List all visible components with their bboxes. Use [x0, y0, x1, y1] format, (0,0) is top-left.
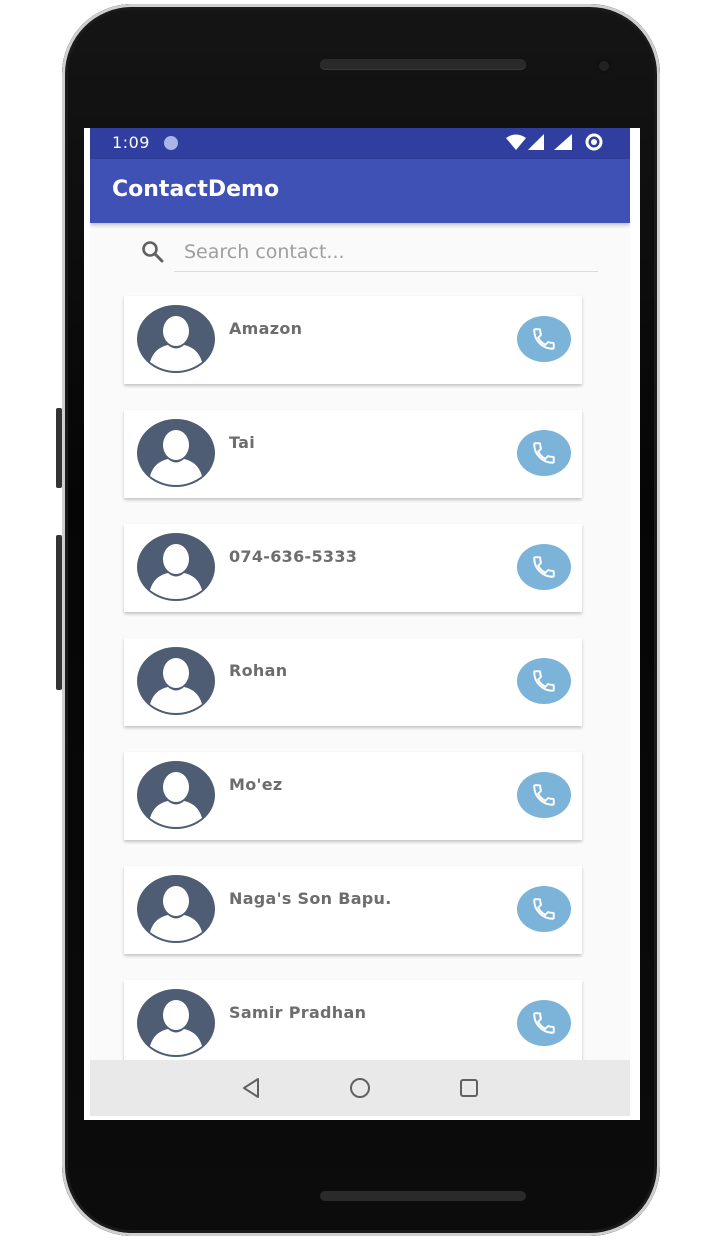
app-window: 1:09 ContactDemo AmazonTai074-636-5333Ro…: [90, 128, 630, 1116]
call-button[interactable]: [517, 772, 571, 818]
home-icon[interactable]: [347, 1075, 373, 1101]
avatar-icon: [137, 875, 215, 943]
earpiece-speaker: [320, 59, 526, 69]
contact-name: Mo'ez: [229, 775, 283, 794]
call-button[interactable]: [517, 886, 571, 932]
contact-card[interactable]: Rohan: [124, 638, 582, 726]
contact-name: Amazon: [229, 319, 303, 338]
call-button[interactable]: [517, 430, 571, 476]
contact-name: Samir Pradhan: [229, 1003, 367, 1022]
contact-name: 074-636-5333: [229, 547, 358, 566]
call-button[interactable]: [517, 1000, 571, 1046]
power-button: [56, 535, 62, 690]
avatar-icon: [137, 533, 215, 601]
avatar-icon: [137, 761, 215, 829]
contact-list[interactable]: Amazon Tai 074-636-5333 Rohan Mo'ez Naga's So…: [90, 128, 630, 1068]
bottom-speaker: [320, 1191, 526, 1201]
avatar-icon: [137, 647, 215, 715]
contact-name: Rohan: [229, 661, 288, 680]
phone-icon: [533, 556, 555, 578]
contact-name: Tai: [229, 433, 256, 452]
phone-icon: [533, 670, 555, 692]
call-button[interactable]: [517, 316, 571, 362]
phone-icon: [533, 442, 555, 464]
back-icon[interactable]: [238, 1075, 264, 1101]
contact-card[interactable]: Amazon: [124, 296, 582, 384]
navigation-bar: [90, 1060, 630, 1116]
avatar-icon: [137, 305, 215, 373]
contact-card[interactable]: 074-636-5333: [124, 524, 582, 612]
contact-card[interactable]: Tai: [124, 410, 582, 498]
call-button[interactable]: [517, 544, 571, 590]
volume-button: [56, 408, 62, 488]
device-screen: 1:09 ContactDemo AmazonTai074-636-5333Ro…: [84, 128, 640, 1120]
contact-name: Naga's Son Bapu.: [229, 889, 392, 908]
avatar-icon: [137, 989, 215, 1057]
phone-icon: [533, 898, 555, 920]
phone-icon: [533, 1012, 555, 1034]
front-camera: [595, 57, 613, 75]
phone-icon: [533, 328, 555, 350]
recents-icon[interactable]: [456, 1075, 482, 1101]
avatar-icon: [137, 419, 215, 487]
contact-card[interactable]: Naga's Son Bapu.: [124, 866, 582, 954]
contact-card[interactable]: Samir Pradhan: [124, 980, 582, 1068]
call-button[interactable]: [517, 658, 571, 704]
contact-card[interactable]: Mo'ez: [124, 752, 582, 840]
phone-icon: [533, 784, 555, 806]
